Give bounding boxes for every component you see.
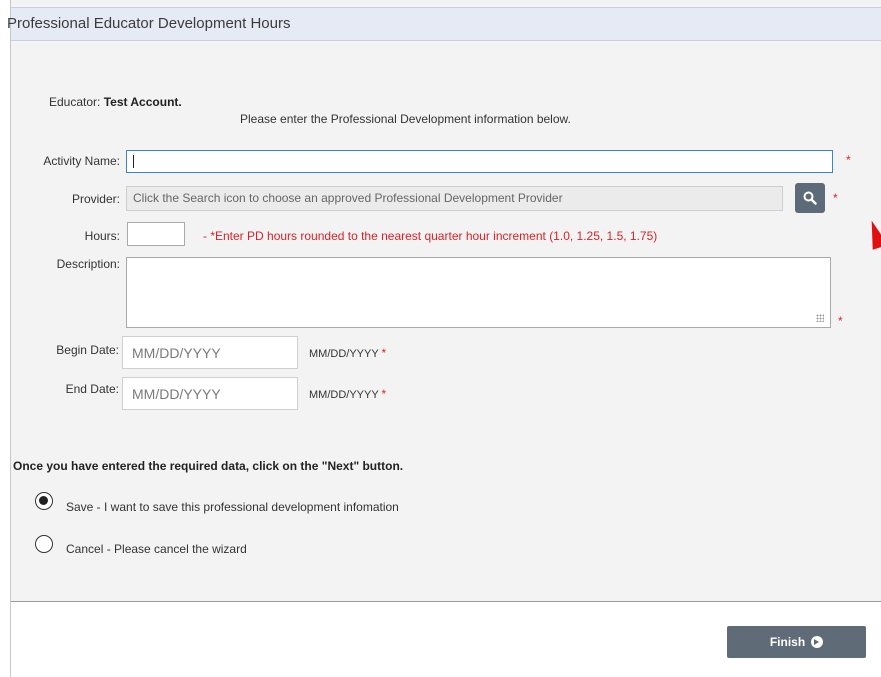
arrow-right-circle-icon <box>811 636 824 648</box>
cancel-radio[interactable] <box>35 535 53 553</box>
required-mark: * <box>833 191 838 205</box>
date-format-text: MM/DD/YYYY <box>309 389 379 401</box>
radio-selected-dot <box>39 496 48 505</box>
text-caret <box>133 155 134 168</box>
cancel-option-label[interactable]: Cancel - Please cancel the wizard <box>66 542 247 556</box>
begin-date-format: MM/DD/YYYY * <box>309 346 386 360</box>
hours-hint: - *Enter PD hours rounded to the nearest… <box>203 229 658 243</box>
required-mark: * <box>846 153 851 167</box>
provider-search-button[interactable] <box>795 183 825 213</box>
begin-date-input[interactable]: MM/DD/YYYY <box>122 336 298 369</box>
save-option-label[interactable]: Save - I want to save this professional … <box>66 500 399 514</box>
provider-field[interactable]: Click the Search icon to choose an appro… <box>126 186 783 211</box>
activity-name-input[interactable] <box>126 150 833 173</box>
date-format-text: MM/DD/YYYY <box>309 348 379 360</box>
hours-input[interactable] <box>127 222 185 246</box>
description-label: Description: <box>56 257 120 271</box>
panel-header: Professional Educator Development Hours <box>7 7 881 41</box>
educator-line: Educator: Test Account. <box>49 95 182 109</box>
educator-label: Educator: <box>49 95 101 109</box>
required-mark: * <box>381 387 387 401</box>
next-instruction: Once you have entered the required data,… <box>13 459 404 473</box>
begin-date-label: Begin Date: <box>56 343 119 357</box>
end-date-format: MM/DD/YYYY * <box>309 387 386 401</box>
activity-name-label: Activity Name: <box>43 154 120 168</box>
page-title: Professional Educator Development Hours <box>7 15 291 32</box>
hours-label: Hours: <box>84 229 120 243</box>
provider-label: Provider: <box>71 192 120 206</box>
educator-name: Test Account. <box>103 95 182 109</box>
end-date-label: End Date: <box>65 382 119 396</box>
required-mark: * <box>381 346 387 360</box>
footer-divider <box>10 601 11 677</box>
finish-button[interactable]: Finish <box>727 626 866 658</box>
resize-grip-icon[interactable] <box>816 314 824 322</box>
required-mark: * <box>838 314 843 328</box>
finish-button-label: Finish <box>769 635 806 649</box>
search-icon <box>803 191 817 205</box>
save-radio[interactable] <box>35 492 53 510</box>
end-date-input[interactable]: MM/DD/YYYY <box>122 377 298 410</box>
description-textarea[interactable] <box>126 257 831 328</box>
instructions-text: Please enter the Professional Developmen… <box>240 112 571 126</box>
